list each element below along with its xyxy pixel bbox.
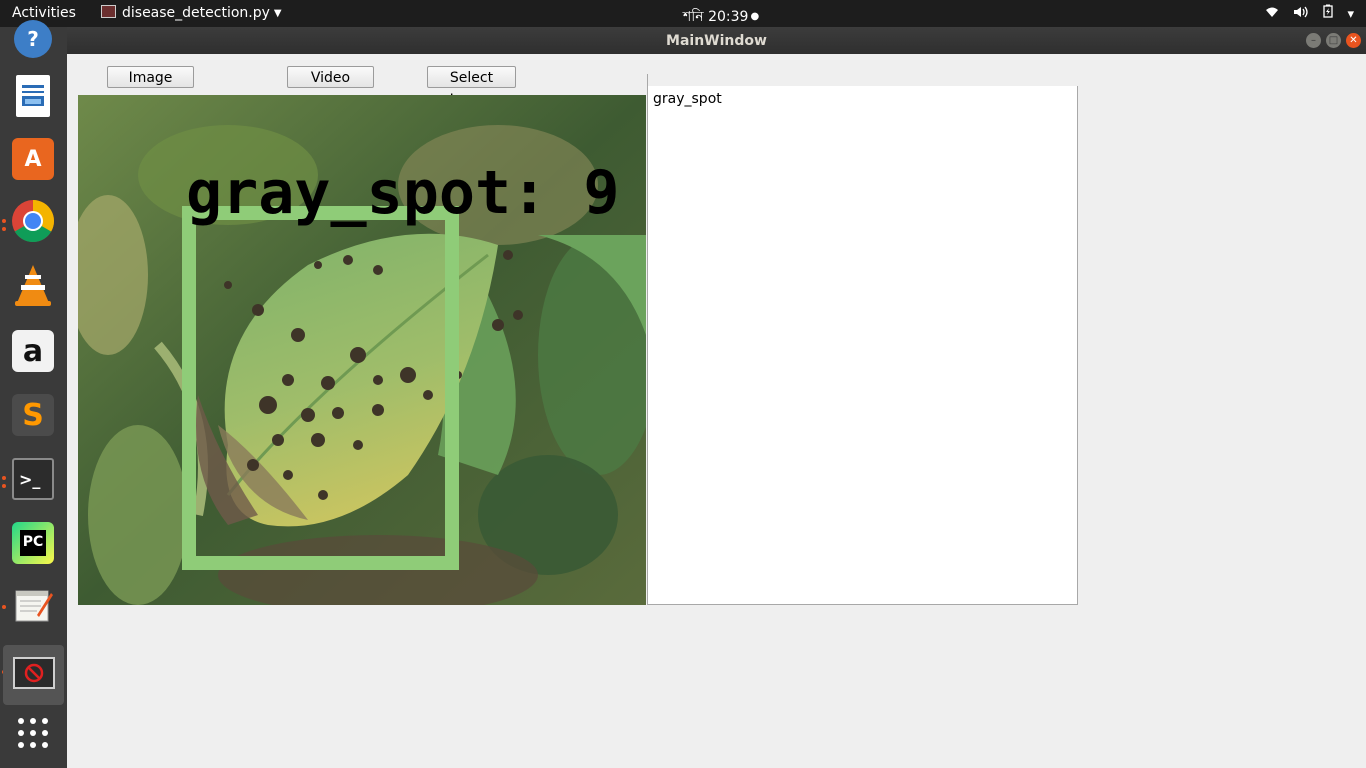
- amazon-icon: a: [12, 330, 54, 372]
- dock-item-terminal[interactable]: >_: [7, 453, 59, 505]
- result-textbox[interactable]: gray_spot: [647, 86, 1078, 605]
- main-window: MainWindow – □ ✕ Image Video Select Imag…: [67, 27, 1366, 768]
- help-icon: ?: [14, 20, 52, 58]
- image-button[interactable]: Image: [107, 66, 194, 88]
- dock: ? A a S >_ PC: [0, 20, 67, 768]
- running-indicator-icon: [2, 484, 6, 488]
- divider: [647, 74, 648, 86]
- notification-dot-icon: ●: [750, 11, 760, 22]
- clock-label: শনি 20:39: [683, 9, 749, 25]
- chrome-icon: [11, 199, 55, 247]
- pycharm-label: PC: [20, 530, 46, 556]
- close-button[interactable]: ✕: [1346, 33, 1361, 48]
- app-menu-label: disease_detection.py: [122, 5, 270, 21]
- minimize-button[interactable]: –: [1306, 33, 1321, 48]
- detection-image: gray_spot: 9: [78, 95, 646, 605]
- running-indicator-icon: [2, 476, 6, 480]
- dock-item-software[interactable]: A: [7, 133, 59, 185]
- window-titlebar[interactable]: MainWindow – □ ✕: [67, 27, 1366, 54]
- top-bar: Activities disease_detection.py ▼ শনি 20:…: [0, 0, 1366, 27]
- wifi-icon: [1265, 7, 1283, 22]
- dock-item-show-applications[interactable]: [7, 709, 59, 761]
- leaf-photo: gray_spot: 9: [78, 95, 646, 605]
- writer-icon: [16, 75, 50, 117]
- battery-icon: [1323, 4, 1337, 22]
- dock-item-amazon[interactable]: a: [7, 325, 59, 377]
- app-menu[interactable]: disease_detection.py ▼: [101, 5, 282, 21]
- dock-item-chrome[interactable]: [7, 197, 59, 249]
- dock-item-python-window[interactable]: [3, 645, 64, 705]
- system-tray[interactable]: ▾: [1255, 4, 1354, 22]
- running-indicator-icon: [2, 227, 6, 231]
- dock-item-sublime[interactable]: S: [7, 389, 59, 441]
- volume-icon: [1293, 6, 1313, 22]
- active-app-icon: [12, 657, 55, 693]
- chevron-down-icon: ▼: [273, 8, 282, 19]
- video-button[interactable]: Video: [287, 66, 374, 88]
- result-text: gray_spot: [653, 91, 722, 107]
- dock-item-editor[interactable]: [7, 581, 59, 633]
- select-image-button[interactable]: Select Image: [427, 66, 516, 108]
- clock[interactable]: শনি 20:39 ●: [683, 5, 759, 29]
- app-grid-icon: [17, 717, 49, 753]
- pycharm-icon: PC: [12, 522, 54, 564]
- detection-label: gray_spot: 9: [186, 158, 619, 228]
- maximize-button[interactable]: □: [1326, 33, 1341, 48]
- software-icon: A: [12, 138, 54, 180]
- dock-item-pycharm[interactable]: PC: [7, 517, 59, 569]
- dock-item-vlc[interactable]: [7, 261, 59, 313]
- app-icon: [101, 5, 116, 18]
- text-editor-icon: [13, 585, 53, 629]
- sublime-icon: S: [12, 394, 54, 436]
- vlc-icon: [13, 263, 53, 311]
- running-indicator-icon: [2, 219, 6, 223]
- chevron-down-icon: ▾: [1347, 7, 1354, 22]
- running-indicator-icon: [2, 605, 6, 609]
- dock-item-help[interactable]: ?: [7, 13, 59, 65]
- terminal-icon: >_: [12, 458, 54, 500]
- dock-item-writer[interactable]: [7, 70, 59, 122]
- window-title: MainWindow: [666, 33, 767, 49]
